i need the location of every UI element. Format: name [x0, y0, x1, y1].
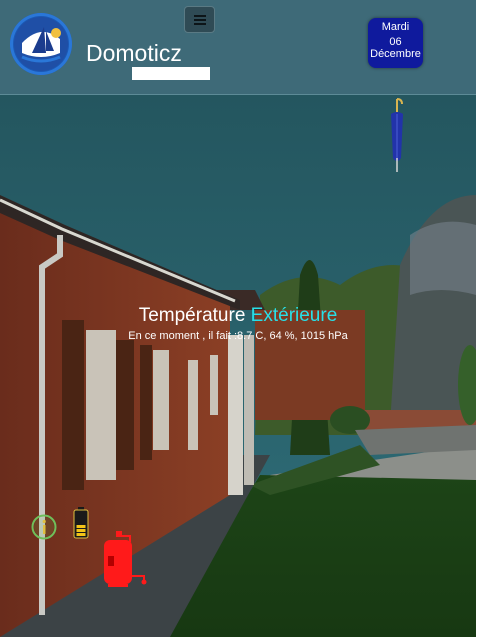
menu-bar — [194, 23, 206, 25]
redacted-field — [132, 67, 210, 80]
water-heater-icon[interactable] — [100, 530, 148, 588]
date-day: 06 — [389, 36, 402, 48]
info-circle-icon[interactable] — [31, 514, 57, 540]
date-month: Décembre — [370, 48, 421, 60]
weather-summary: En ce moment , il fait :8.7 C, 64 %, 101… — [128, 330, 348, 342]
app-title: Domoticz — [86, 40, 182, 66]
menu-bar — [194, 15, 206, 17]
menu-bar — [194, 19, 206, 21]
umbrella-icon[interactable] — [386, 96, 408, 174]
date-widget: Mardi 06 Décembre — [368, 18, 423, 68]
temperature-title: Température Extérieure — [0, 305, 476, 327]
temperature-title-accent: Extérieure — [250, 305, 338, 326]
background-photo — [0, 95, 476, 637]
date-weekday: Mardi — [381, 21, 410, 33]
battery-icon[interactable] — [72, 506, 90, 540]
hamburger-menu-button[interactable] — [184, 6, 215, 33]
sailboat-logo-icon[interactable] — [10, 13, 72, 75]
top-header: Domoticz Mardi 06 Décembre — [0, 0, 476, 95]
temperature-title-prefix: Température — [138, 305, 246, 326]
